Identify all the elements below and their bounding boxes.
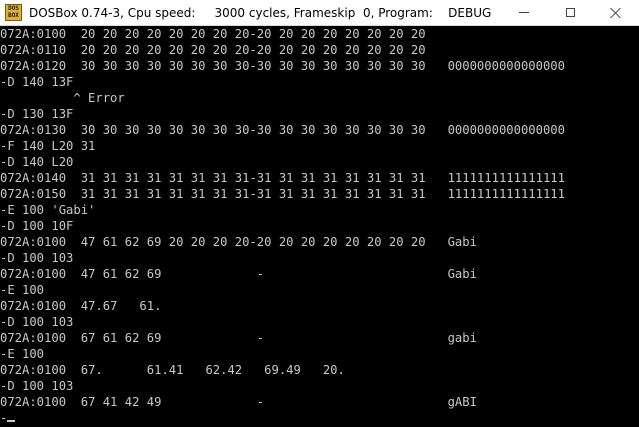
console-line: 072A:0100 67 61 62 69 - gabi	[0, 331, 477, 345]
console-line: -D 100 103	[0, 251, 74, 265]
console-line: 072A:0100 47 61 62 69 - Gabi	[0, 267, 477, 281]
console-line: 072A:0120 30 30 30 30 30 30 30 30-30 30 …	[0, 59, 565, 73]
console-line: 072A:0100 67. 61.41 62.42 69.49 20.	[0, 363, 345, 377]
console-line: -D 140 13F	[0, 75, 74, 89]
console-line: -E 100	[0, 347, 45, 361]
text-cursor	[7, 420, 16, 422]
console-line: -F 140 L20 31	[0, 139, 96, 153]
close-icon	[610, 7, 622, 19]
dosbox-window: DOS BOX DOSBox 0.74-3, Cpu speed: 3000 c…	[0, 0, 639, 427]
console-line: 072A:0100 20 20 20 20 20 20 20 20-20 20 …	[0, 27, 426, 41]
console-line: -D 130 13F	[0, 107, 74, 121]
app-icon-text-bottom: BOX	[8, 12, 19, 19]
console-line: -D 100 103	[0, 379, 74, 393]
minimize-button[interactable]	[501, 0, 547, 26]
console-line: -D 140 L20	[0, 155, 74, 169]
console-line: -D 100 103	[0, 315, 74, 329]
console-line: 072A:0100 67 41 42 49 - gABI	[0, 395, 477, 409]
console-line: 072A:0100 47.67 61.	[0, 299, 162, 313]
title-bar[interactable]: DOS BOX DOSBox 0.74-3, Cpu speed: 3000 c…	[0, 0, 639, 26]
console-line: -E 100 'Gabi'	[0, 203, 96, 217]
console-line: 072A:0150 31 31 31 31 31 31 31 31-31 31 …	[0, 187, 565, 201]
console-line: 072A:0140 31 31 31 31 31 31 31 31-31 31 …	[0, 171, 565, 185]
console-line: 072A:0100 47 61 62 69 20 20 20 20-20 20 …	[0, 235, 477, 249]
console-line: 072A:0110 20 20 20 20 20 20 20 20-20 20 …	[0, 43, 426, 57]
maximize-icon	[565, 8, 575, 17]
console-line: 072A:0130 30 30 30 30 30 30 30 30-30 30 …	[0, 123, 565, 137]
console-line: ^ Error	[0, 91, 125, 105]
console-line: -E 100	[0, 283, 45, 297]
close-button[interactable]	[593, 0, 639, 26]
window-title: DOSBox 0.74-3, Cpu speed: 3000 cycles, F…	[29, 6, 492, 20]
console-line: -D 100 10F	[0, 219, 74, 233]
debug-console[interactable]: 072A:0100 20 20 20 20 20 20 20 20-20 20 …	[0, 26, 639, 427]
app-icon-text-top: DOS	[8, 5, 19, 12]
minimize-icon	[519, 12, 529, 13]
dosbox-app-icon[interactable]: DOS BOX	[5, 4, 22, 21]
prompt-line[interactable]: -	[0, 410, 639, 426]
prompt: -	[0, 411, 8, 425]
maximize-button[interactable]	[547, 0, 593, 26]
